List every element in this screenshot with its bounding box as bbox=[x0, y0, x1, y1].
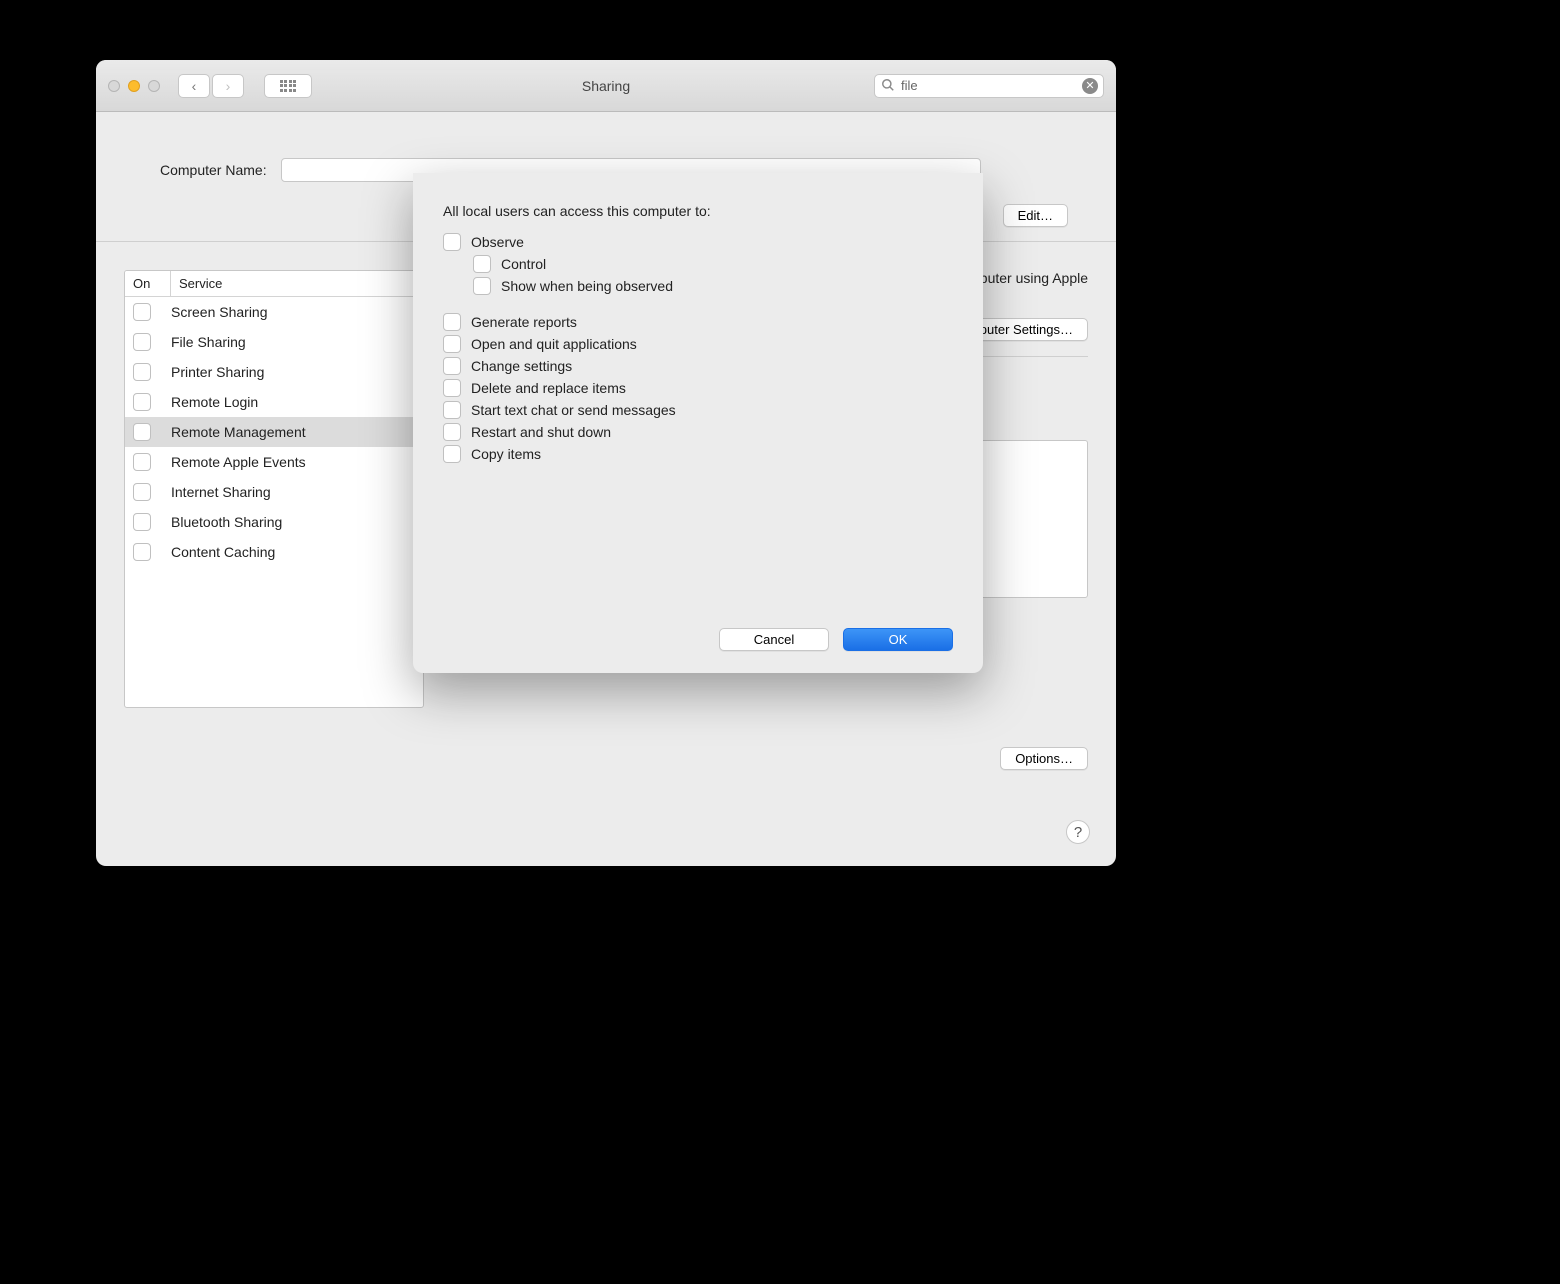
permission-option-4: Open and quit applications bbox=[443, 335, 953, 353]
service-row-6[interactable]: Internet Sharing bbox=[125, 477, 423, 507]
service-label: Remote Apple Events bbox=[171, 454, 306, 470]
permission-label: Delete and replace items bbox=[471, 380, 626, 396]
show-all-button[interactable] bbox=[264, 74, 312, 98]
permission-checkbox[interactable] bbox=[443, 401, 461, 419]
service-label: Printer Sharing bbox=[171, 364, 264, 380]
permission-checkbox[interactable] bbox=[473, 255, 491, 273]
chevron-right-icon: › bbox=[226, 78, 231, 94]
help-button[interactable]: ? bbox=[1066, 820, 1090, 844]
titlebar: ‹ › Sharing ✕ bbox=[96, 60, 1116, 112]
permission-label: Open and quit applications bbox=[471, 336, 637, 352]
service-row-4[interactable]: Remote Management bbox=[125, 417, 423, 447]
computer-name-label: Computer Name: bbox=[160, 162, 267, 178]
permission-label: Control bbox=[501, 256, 546, 272]
search-field-wrap: ✕ bbox=[874, 74, 1104, 98]
service-checkbox[interactable] bbox=[133, 483, 151, 501]
service-label: Bluetooth Sharing bbox=[171, 514, 282, 530]
service-row-7[interactable]: Bluetooth Sharing bbox=[125, 507, 423, 537]
service-label: Content Caching bbox=[171, 544, 275, 560]
permission-option-1: Control bbox=[473, 255, 953, 273]
chevron-left-icon: ‹ bbox=[192, 78, 197, 94]
permission-option-5: Change settings bbox=[443, 357, 953, 375]
permission-checkbox[interactable] bbox=[443, 313, 461, 331]
service-label: Screen Sharing bbox=[171, 304, 268, 320]
service-label: Remote Management bbox=[171, 424, 306, 440]
service-row-0[interactable]: Screen Sharing bbox=[125, 297, 423, 327]
forward-button[interactable]: › bbox=[212, 74, 244, 98]
zoom-icon[interactable] bbox=[148, 80, 160, 92]
nav-buttons: ‹ › bbox=[178, 74, 244, 98]
service-checkbox[interactable] bbox=[133, 303, 151, 321]
traffic-lights bbox=[108, 80, 160, 92]
options-button[interactable]: Options… bbox=[1000, 747, 1088, 770]
service-table-header: On Service bbox=[125, 271, 423, 297]
permission-checkbox[interactable] bbox=[443, 335, 461, 353]
service-row-8[interactable]: Content Caching bbox=[125, 537, 423, 567]
permission-checkbox[interactable] bbox=[443, 379, 461, 397]
ok-button[interactable]: OK bbox=[843, 628, 953, 651]
permission-option-0: Observe bbox=[443, 233, 953, 251]
grid-icon bbox=[280, 80, 297, 92]
permission-label: Observe bbox=[471, 234, 524, 250]
service-checkbox[interactable] bbox=[133, 453, 151, 471]
permission-label: Restart and shut down bbox=[471, 424, 611, 440]
permission-option-9: Copy items bbox=[443, 445, 953, 463]
service-checkbox[interactable] bbox=[133, 333, 151, 351]
permission-option-8: Restart and shut down bbox=[443, 423, 953, 441]
permission-label: Show when being observed bbox=[501, 278, 673, 294]
col-on-header[interactable]: On bbox=[125, 271, 171, 296]
permission-label: Start text chat or send messages bbox=[471, 402, 676, 418]
close-icon[interactable] bbox=[108, 80, 120, 92]
service-checkbox[interactable] bbox=[133, 423, 151, 441]
help-icon: ? bbox=[1074, 824, 1082, 841]
permission-checkbox[interactable] bbox=[443, 445, 461, 463]
service-checkbox[interactable] bbox=[133, 363, 151, 381]
preferences-window: ‹ › Sharing ✕ Computer Name: bbox=[96, 60, 1116, 866]
sheet-actions: Cancel OK bbox=[719, 628, 953, 651]
service-label: Remote Login bbox=[171, 394, 258, 410]
service-label: File Sharing bbox=[171, 334, 246, 350]
permission-option-3: Generate reports bbox=[443, 313, 953, 331]
service-table: On Service Screen Sharing File Sharing Pri… bbox=[124, 270, 424, 708]
minimize-icon[interactable] bbox=[128, 80, 140, 92]
cancel-button[interactable]: Cancel bbox=[719, 628, 829, 651]
permission-checkbox[interactable] bbox=[443, 233, 461, 251]
permission-checkbox[interactable] bbox=[443, 357, 461, 375]
permissions-sheet: All local users can access this computer… bbox=[413, 173, 983, 673]
service-row-5[interactable]: Remote Apple Events bbox=[125, 447, 423, 477]
permission-label: Copy items bbox=[471, 446, 541, 462]
back-button[interactable]: ‹ bbox=[178, 74, 210, 98]
permission-checkbox[interactable] bbox=[473, 277, 491, 295]
service-label: Internet Sharing bbox=[171, 484, 271, 500]
search-icon bbox=[881, 78, 895, 95]
permission-checkbox[interactable] bbox=[443, 423, 461, 441]
service-checkbox[interactable] bbox=[133, 513, 151, 531]
permission-option-6: Delete and replace items bbox=[443, 379, 953, 397]
service-checkbox[interactable] bbox=[133, 543, 151, 561]
permission-label: Change settings bbox=[471, 358, 572, 374]
service-checkbox[interactable] bbox=[133, 393, 151, 411]
sheet-title: All local users can access this computer… bbox=[443, 203, 953, 219]
permission-label: Generate reports bbox=[471, 314, 577, 330]
clear-search-icon[interactable]: ✕ bbox=[1082, 78, 1098, 94]
col-service-header[interactable]: Service bbox=[171, 271, 423, 296]
search-input[interactable] bbox=[874, 74, 1104, 98]
service-row-2[interactable]: Printer Sharing bbox=[125, 357, 423, 387]
service-row-1[interactable]: File Sharing bbox=[125, 327, 423, 357]
service-row-3[interactable]: Remote Login bbox=[125, 387, 423, 417]
permission-option-2: Show when being observed bbox=[473, 277, 953, 295]
permission-option-7: Start text chat or send messages bbox=[443, 401, 953, 419]
edit-button[interactable]: Edit… bbox=[1003, 204, 1068, 227]
